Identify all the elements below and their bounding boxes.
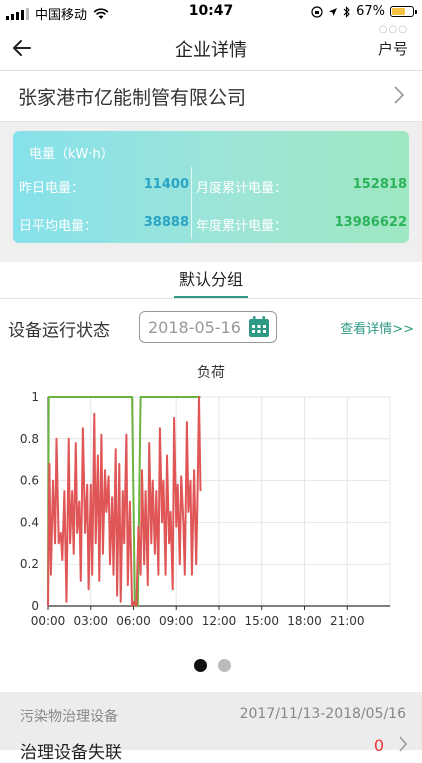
company-name: 张家港市亿能制管有限公司 — [18, 87, 247, 109]
bluetooth-icon — [343, 5, 350, 18]
x-tick-label: 21:00 — [330, 614, 365, 628]
y-tick-label: 0.2 — [20, 557, 39, 571]
load-chart: 负荷 0 0.2 0.4 0.6 0.8 1 00:00 03:00 06:00 09:00 12:… — [0, 358, 422, 648]
card-divider — [191, 167, 192, 239]
x-tick-label: 15:00 — [244, 614, 279, 628]
x-tick-label: 12:00 — [202, 614, 237, 628]
location-icon — [329, 7, 338, 16]
navigation-bar: 企业详情 ○○○ 户号 — [0, 24, 422, 71]
date-value: 2018-05-16 — [148, 318, 241, 337]
section-label: 污染物治理设备 — [20, 709, 118, 725]
daily-avg-value: 38888 — [143, 215, 189, 230]
device-status-title: 设备运行状态 — [8, 321, 110, 341]
pollution-equipment-section: 污染物治理设备 2017/11/13-2018/05/16 治理设备失联 0 — [0, 692, 422, 763]
y-tick-label: 1 — [31, 390, 39, 404]
year-label: 年度累计电量： — [196, 219, 288, 234]
calendar-icon[interactable] — [248, 316, 270, 338]
account-number-button[interactable]: 户号 — [378, 38, 408, 59]
battery-percent: 67% — [356, 4, 385, 19]
energy-unit-label: 电量（kW·h） — [29, 147, 114, 162]
chevron-right-icon — [394, 86, 405, 104]
y-tick-label: 0.6 — [20, 474, 39, 488]
month-label: 月度累计电量： — [196, 181, 288, 196]
x-tick-label: 00:00 — [31, 614, 66, 628]
page-dot[interactable] — [218, 659, 231, 672]
yesterday-value: 11400 — [143, 177, 189, 192]
month-value: 152818 — [352, 177, 407, 192]
company-row[interactable]: 张家港市亿能制管有限公司 — [0, 71, 422, 122]
page-title: 企业详情 — [175, 40, 247, 61]
x-tick-label: 06:00 — [116, 614, 151, 628]
x-tick-label: 03:00 — [73, 614, 108, 628]
x-tick-label: 18:00 — [287, 614, 322, 628]
status-bar: 中国移动 10:47 67% — [0, 0, 422, 24]
disconnected-count: 0 — [373, 736, 384, 755]
view-details-link[interactable]: 查看详情>> — [340, 318, 414, 337]
rotation-lock-icon — [311, 5, 323, 18]
energy-section: 电量（kW·h） 昨日电量： 11400 月度累计电量： 152818 日平均电… — [0, 122, 422, 262]
yesterday-label: 昨日电量： — [19, 181, 85, 196]
daily-avg-label: 日平均电量： — [19, 219, 98, 234]
disconnected-label[interactable]: 治理设备失联 — [20, 738, 122, 763]
section-date-range: 2017/11/13-2018/05/16 — [239, 706, 406, 722]
y-tick-label: 0 — [31, 599, 39, 613]
more-dots[interactable]: ○○○ — [379, 24, 408, 35]
load-chart-svg: 0 0.2 0.4 0.6 0.8 1 00:00 03:00 06:00 09:00 12:00 1… — [20, 390, 391, 628]
tab-underline — [174, 296, 248, 298]
y-tick-label: 0.8 — [20, 432, 39, 446]
y-tick-label: 0.4 — [20, 515, 39, 529]
battery-icon — [390, 6, 417, 17]
year-value: 13986622 — [334, 215, 407, 230]
energy-card: 电量（kW·h） 昨日电量： 11400 月度累计电量： 152818 日平均电… — [13, 131, 409, 243]
tab-default-group[interactable]: 默认分组 — [174, 266, 248, 290]
date-picker[interactable]: 2018-05-16 — [139, 311, 277, 343]
series-line-1 — [47, 396, 202, 607]
group-tabs: 默认分组 — [0, 262, 422, 299]
x-tick-label: 09:00 — [159, 614, 194, 628]
page-dot-active[interactable] — [194, 659, 207, 672]
